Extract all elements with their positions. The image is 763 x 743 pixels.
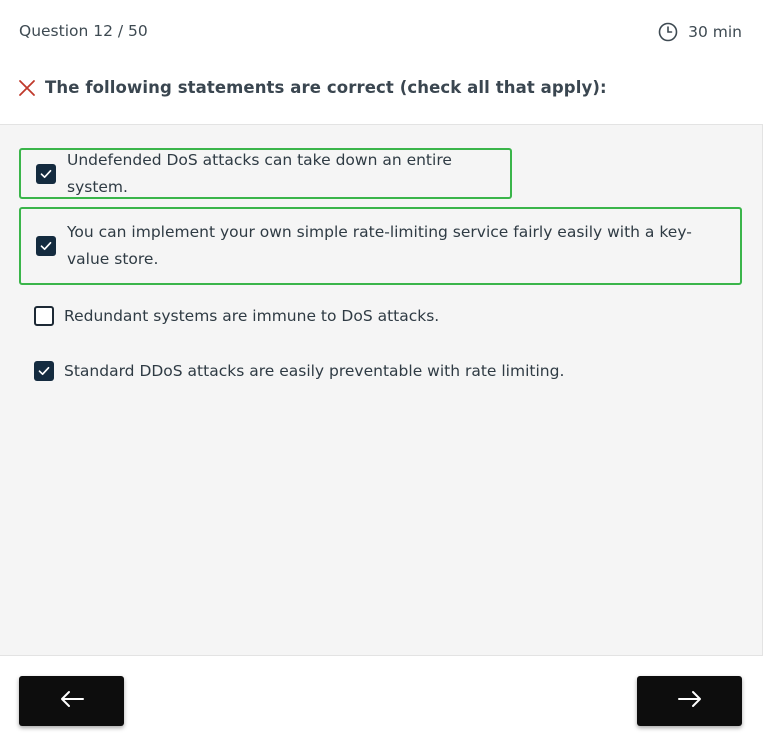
option-item[interactable]: Redundant systems are immune to DoS atta… (34, 305, 439, 327)
option-item[interactable]: You can implement your own simple rate-l… (19, 207, 742, 285)
option-label: Standard DDoS attacks are easily prevent… (64, 361, 565, 380)
timer: 30 min (658, 22, 742, 42)
previous-button[interactable] (19, 676, 124, 726)
checkbox-checked[interactable] (36, 236, 56, 256)
arrow-left-icon (59, 690, 85, 712)
answer-options: Undefended DoS attacks can take down an … (0, 125, 763, 655)
option-label: You can implement your own simple rate-l… (67, 223, 692, 268)
quiz-page: Question 12 / 50 30 min The following st… (0, 0, 763, 743)
checkbox-unchecked[interactable] (34, 306, 54, 326)
checkbox-checked[interactable] (34, 361, 54, 381)
option-label: Undefended DoS attacks can take down an … (67, 150, 452, 196)
timer-label: 30 min (688, 23, 742, 41)
x-icon (18, 79, 36, 97)
option-label: Redundant systems are immune to DoS atta… (64, 306, 440, 325)
checkbox-checked[interactable] (36, 163, 56, 184)
quiz-footer (0, 655, 763, 743)
clock-icon (658, 22, 678, 42)
option-item[interactable]: Undefended DoS attacks can take down an … (19, 148, 512, 199)
option-item[interactable]: Standard DDoS attacks are easily prevent… (34, 360, 564, 382)
next-button[interactable] (637, 676, 742, 726)
question-heading: The following statements are correct (ch… (18, 78, 607, 97)
question-counter: Question 12 / 50 (19, 22, 148, 40)
arrow-right-icon (677, 690, 703, 712)
question-title: The following statements are correct (ch… (45, 78, 607, 97)
quiz-header: Question 12 / 50 30 min The following st… (0, 0, 763, 125)
